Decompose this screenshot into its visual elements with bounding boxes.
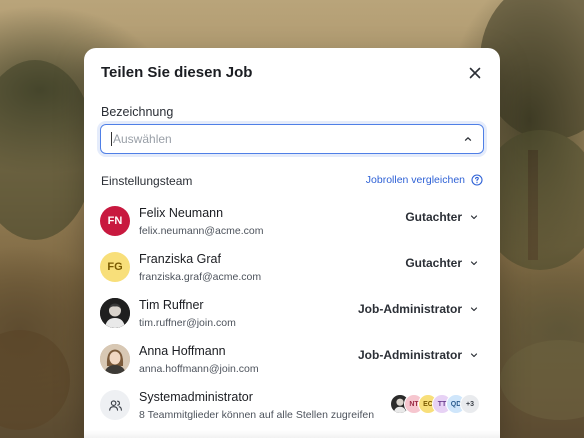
chevron-down-icon[interactable] [470,305,478,313]
scroll-shade [84,430,500,438]
designation-label: Bezeichnung [101,105,174,119]
role-dropdown[interactable]: Job-Administrator [358,302,478,316]
member-name: Anna Hoffmann [139,343,226,358]
compare-roles-link[interactable]: Jobrollen vergleichen [366,174,483,186]
designation-input[interactable] [113,132,463,146]
role-label[interactable]: Gutachter [405,210,462,224]
member-name: Felix Neumann [139,205,224,220]
team-member-row: Tim Ruffner tim.ruffner@join.com Job-Adm… [100,290,484,336]
more-count-badge: +3 [460,394,480,414]
avatar [100,298,130,328]
avatar [100,344,130,374]
close-button[interactable] [466,64,484,82]
team-list: FN Felix Neumann felix.neumann@acme.com … [100,198,484,428]
photo-woman-avatar [100,344,130,374]
role-label[interactable]: Job-Administrator [358,302,462,316]
compare-roles-text[interactable]: Jobrollen vergleichen [366,174,465,186]
hiring-team-label: Einstellungsteam [101,174,193,188]
photo-man-avatar [100,298,130,328]
member-email: franziska.graf@acme.com [139,270,262,283]
member-email: felix.neumann@acme.com [139,224,264,237]
member-email: anna.hoffmann@join.com [139,362,259,375]
role-dropdown[interactable]: Gutachter [405,256,478,270]
system-admin-description: 8 Teammitglieder können auf alle Stellen… [139,408,375,421]
avatar-initials: FN [107,215,123,227]
team-member-row: FG Franziska Graf franziska.graf@acme.co… [100,244,484,290]
users-icon [100,390,130,420]
chevron-down-icon[interactable] [470,259,478,267]
role-dropdown[interactable]: Job-Administrator [358,348,478,362]
member-name: Franziska Graf [139,251,221,266]
member-name: Tim Ruffner [139,297,204,312]
avatar-initials: FG [107,261,123,273]
role-label[interactable]: Gutachter [405,256,462,270]
role-label[interactable]: Job-Administrator [358,348,462,362]
avatar: FG [100,252,130,282]
designation-select[interactable] [100,124,484,154]
close-icon [469,67,481,79]
modal-title: Teilen Sie diesen Job [101,64,253,81]
admin-avatar-stack[interactable]: NT EC TT QD +3 [390,394,480,414]
share-job-modal: Teilen Sie diesen Job Bezeichnung Einste… [84,48,500,438]
chevron-down-icon[interactable] [470,213,478,221]
info-icon[interactable] [471,174,483,186]
chevron-up-icon[interactable] [463,134,473,144]
member-email: tim.ruffner@join.com [139,316,236,329]
chevron-down-icon[interactable] [470,351,478,359]
system-admin-title: Systemadministrator [139,389,253,404]
text-cursor [111,132,112,146]
team-member-row: FN Felix Neumann felix.neumann@acme.com … [100,198,484,244]
system-admin-row: Systemadministrator 8 Teammitglieder kön… [100,382,484,428]
team-member-row: Anna Hoffmann anna.hoffmann@join.com Job… [100,336,484,382]
avatar: FN [100,206,130,236]
role-dropdown[interactable]: Gutachter [405,210,478,224]
